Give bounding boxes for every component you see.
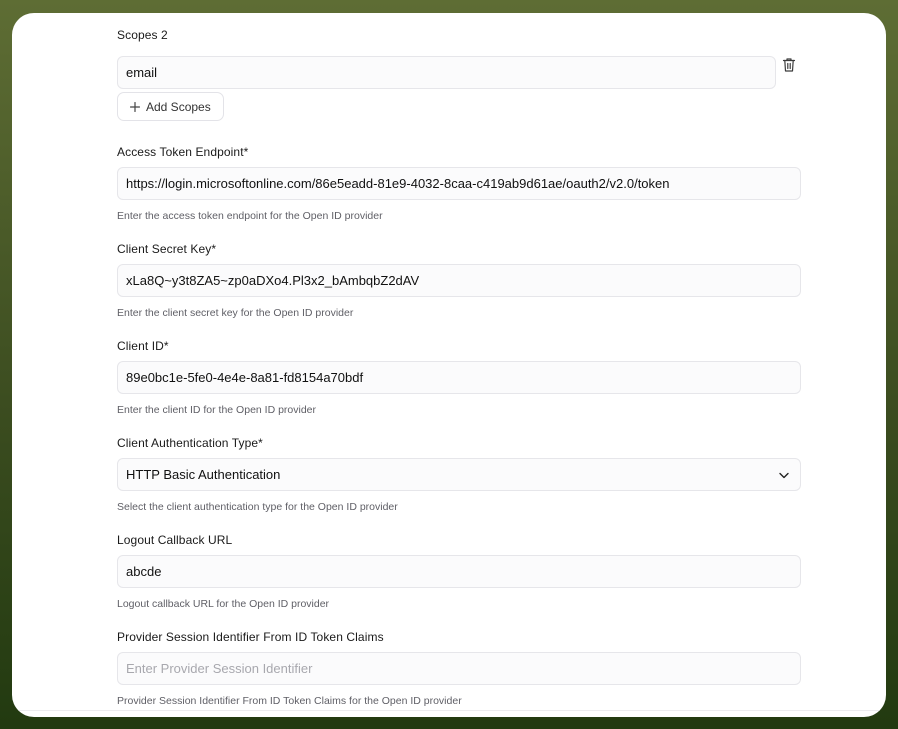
client-id-label: Client ID* (117, 339, 169, 353)
client-id-field: Client ID* 89e0bc1e-5fe0-4e4e-8a81-fd815… (117, 338, 801, 417)
scopes-field: Scopes 2 (117, 27, 801, 43)
chevron-down-icon[interactable] (777, 468, 791, 482)
provider-session-field: Provider Session Identifier From ID Toke… (117, 629, 801, 708)
client-secret-hint: Enter the client secret key for the Open… (117, 307, 354, 319)
client-secret-field: Client Secret Key* xLa8Q~y3t8ZA5~zp0aDXo… (117, 241, 801, 320)
scope-input[interactable]: email (117, 56, 776, 89)
client-id-input[interactable]: 89e0bc1e-5fe0-4e4e-8a81-fd8154a70bdf (117, 361, 801, 394)
access-token-label: Access Token Endpoint* (117, 145, 249, 159)
add-scopes-label: Add Scopes (146, 99, 211, 114)
client-auth-type-hint: Select the client authentication type fo… (117, 501, 398, 513)
client-secret-input[interactable]: xLa8Q~y3t8ZA5~zp0aDXo4.Pl3x2_bAmbqbZ2dAV (117, 264, 801, 297)
provider-session-input[interactable]: Enter Provider Session Identifier (117, 652, 801, 685)
divider (12, 710, 886, 711)
logout-callback-input[interactable]: abcde (117, 555, 801, 588)
client-auth-type-select[interactable]: HTTP Basic Authentication (117, 458, 801, 491)
add-scopes-button[interactable]: Add Scopes (117, 92, 224, 121)
logout-callback-label: Logout Callback URL (117, 533, 233, 547)
provider-session-hint: Provider Session Identifier From ID Toke… (117, 695, 462, 707)
logout-callback-field: Logout Callback URL abcde Logout callbac… (117, 532, 801, 611)
settings-panel: Scopes 2 email Add Scopes Access Token E… (12, 13, 886, 717)
client-id-hint: Enter the client ID for the Open ID prov… (117, 404, 317, 416)
scopes-label: Scopes 2 (117, 28, 168, 42)
logout-callback-hint: Logout callback URL for the Open ID prov… (117, 598, 330, 610)
client-secret-label: Client Secret Key* (117, 242, 217, 256)
client-auth-type-value: HTTP Basic Authentication (126, 467, 281, 482)
plus-icon (130, 101, 140, 112)
provider-session-label: Provider Session Identifier From ID Toke… (117, 630, 384, 644)
access-token-hint: Enter the access token endpoint for the … (117, 210, 383, 222)
access-token-field: Access Token Endpoint* https://login.mic… (117, 144, 801, 223)
trash-icon[interactable] (782, 57, 796, 73)
access-token-input[interactable]: https://login.microsoftonline.com/86e5ea… (117, 167, 801, 200)
client-auth-type-field: Client Authentication Type* HTTP Basic A… (117, 435, 801, 514)
client-auth-type-label: Client Authentication Type* (117, 436, 263, 450)
